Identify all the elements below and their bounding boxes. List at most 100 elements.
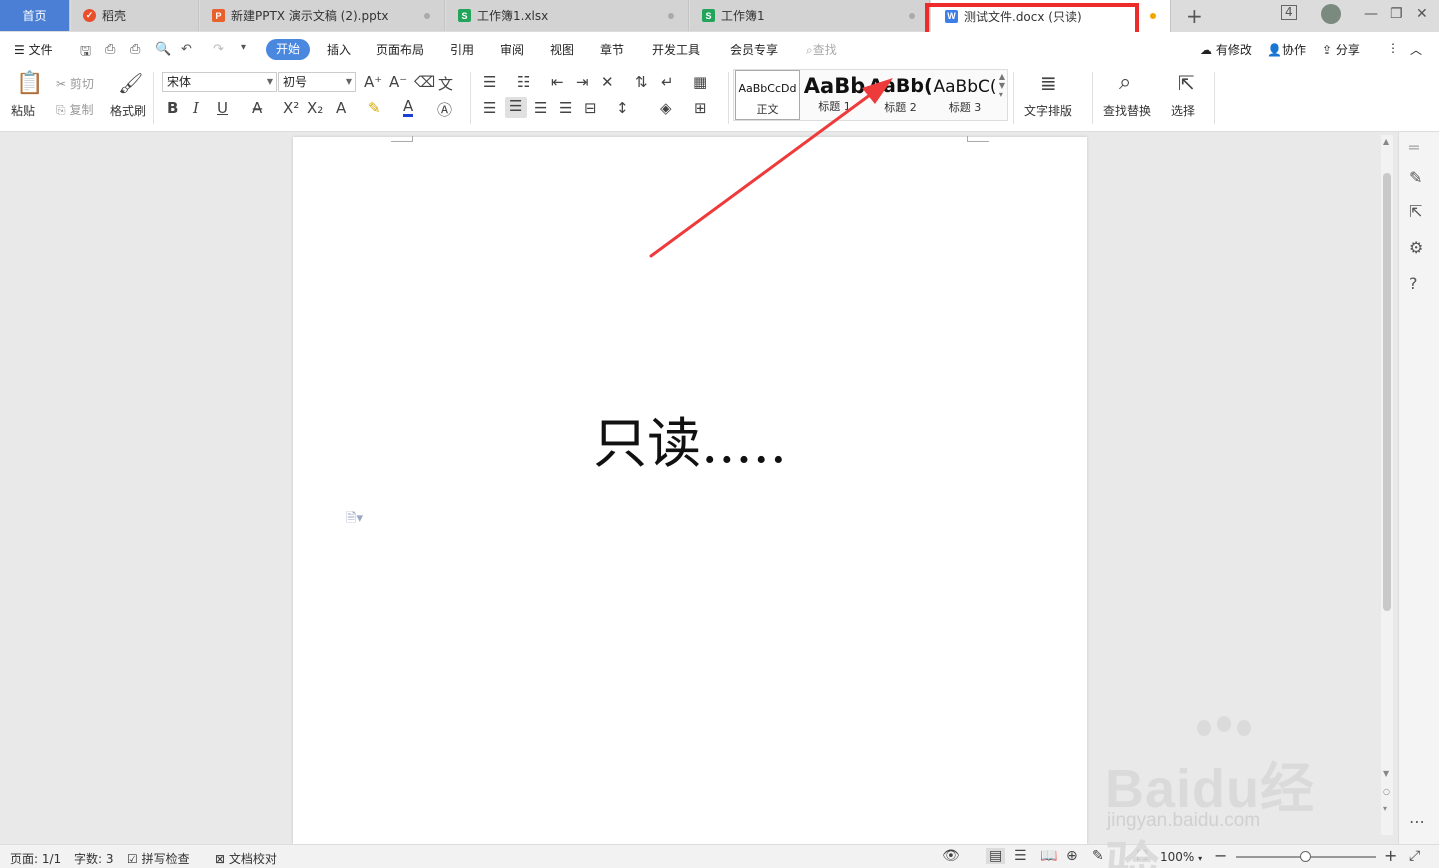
char-border-icon[interactable]: Ⓐ	[437, 99, 452, 120]
zoom-level[interactable]: 100% ▾	[1160, 850, 1202, 864]
menu-tab-review[interactable]: 审阅	[500, 41, 524, 58]
scroll-down-icon[interactable]: ▼	[1383, 769, 1389, 778]
find-replace-icon[interactable]: ⌕	[1119, 70, 1131, 95]
undo-icon[interactable]: ↶	[181, 42, 192, 57]
zoom-slider-knob[interactable]	[1300, 851, 1311, 862]
minimize-icon[interactable]: —	[1364, 6, 1378, 22]
tab-pptx[interactable]: P 新建PPTX 演示文稿 (2).pptx	[200, 0, 445, 31]
web-view-icon[interactable]: ⊕	[1066, 848, 1078, 864]
style-normal[interactable]: AaBbCcDd 正文	[735, 70, 800, 120]
help-icon[interactable]: ?	[1409, 274, 1418, 293]
phonetic-guide-icon[interactable]: 文	[438, 73, 453, 94]
grow-font-icon[interactable]: A⁺	[364, 73, 382, 91]
window-count-icon[interactable]: 4	[1281, 5, 1297, 20]
menu-tab-page-layout[interactable]: 页面布局	[376, 41, 424, 58]
table-tools-icon[interactable]: ▦	[693, 73, 707, 91]
show-marks-icon[interactable]: ↵	[661, 73, 674, 91]
chinese-layout-icon[interactable]: ✕	[601, 73, 614, 91]
file-menu[interactable]: ☰ 文件	[14, 41, 53, 58]
print-icon[interactable]: ⎙	[130, 42, 140, 57]
tab-workbook[interactable]: S 工作簿1	[690, 0, 930, 31]
decrease-indent-icon[interactable]: ⇤	[551, 73, 564, 91]
doc-proof-button[interactable]: ⊠ 文档校对	[215, 850, 277, 867]
font-name-select[interactable]: 宋体 ▼	[162, 72, 277, 92]
collab-button[interactable]: 👤协作	[1267, 41, 1306, 58]
outline-view-icon[interactable]: ☰	[1014, 848, 1027, 864]
menu-tab-references[interactable]: 引用	[450, 41, 474, 58]
close-icon[interactable]: ✕	[1416, 6, 1428, 22]
paragraph-options-icon[interactable]: 🗎▾	[346, 509, 363, 531]
spell-check-button[interactable]: ☑ 拼写检查	[127, 850, 190, 867]
more-icon[interactable]: ⋮	[1387, 41, 1399, 55]
menu-tab-section[interactable]: 章节	[600, 41, 624, 58]
distribute-icon[interactable]: ⊟	[584, 99, 597, 117]
panel-collapse-icon[interactable]: ═	[1409, 138, 1419, 157]
menu-tab-insert[interactable]: 插入	[327, 41, 351, 58]
format-painter-icon[interactable]: 🖌	[118, 71, 143, 95]
underline-icon[interactable]: U	[217, 99, 228, 117]
prev-page-icon[interactable]: ○	[1383, 787, 1390, 796]
menu-tab-home[interactable]: 开始	[266, 39, 310, 60]
style-heading-2[interactable]: AaBb( 标题 2	[868, 70, 933, 120]
align-right-icon[interactable]: ☰	[534, 99, 547, 117]
cursor-icon[interactable]: ⇱	[1409, 202, 1422, 221]
document-body-text[interactable]: 只读.....	[293, 399, 1087, 478]
reading-view-icon[interactable]: 📖	[1040, 848, 1057, 864]
zoom-out-icon[interactable]: −	[1214, 846, 1227, 865]
page-indicator[interactable]: 页面: 1/1	[10, 850, 61, 867]
align-center-icon[interactable]: ☰	[505, 97, 527, 118]
customize-toolbar-icon[interactable]: ▾	[241, 42, 246, 53]
format-painter-button[interactable]: 格式刷	[110, 102, 146, 119]
find-replace-button[interactable]: 查找替换	[1103, 102, 1151, 119]
copy-button[interactable]: ⎘ 复制	[56, 101, 93, 118]
write-view-icon[interactable]: ✎	[1092, 848, 1104, 864]
scroll-thumb[interactable]	[1383, 173, 1391, 611]
clear-format-icon[interactable]: ⌫	[414, 73, 435, 91]
text-effect-icon[interactable]: A	[336, 99, 346, 117]
collapse-ribbon-icon[interactable]: ︿	[1410, 41, 1422, 58]
word-count[interactable]: 字数: 3	[74, 850, 114, 867]
redo-icon[interactable]: ↷	[213, 42, 224, 57]
print-preview-icon[interactable]: 🔍	[155, 42, 171, 57]
shading-icon[interactable]: ◈	[660, 99, 672, 117]
pen-icon[interactable]: ✎	[1409, 168, 1422, 187]
share-button[interactable]: ⇪ 分享	[1322, 41, 1360, 58]
style-heading-1[interactable]: AaBb 标题 1	[802, 70, 867, 120]
font-size-select[interactable]: 初号 ▼	[278, 72, 356, 92]
line-spacing-icon[interactable]: ↕	[616, 99, 629, 117]
page-view-icon[interactable]: ▤	[986, 848, 1006, 864]
italic-icon[interactable]: I	[193, 99, 199, 117]
avatar[interactable]	[1321, 4, 1341, 24]
tab-close-dot[interactable]	[909, 13, 915, 19]
eye-protection-icon[interactable]: 👁	[942, 848, 960, 864]
font-color-icon[interactable]: A	[403, 99, 414, 117]
tab-docx-readonly[interactable]: W 测试文件.docx (只读)	[931, 0, 1171, 32]
increase-indent-icon[interactable]: ⇥	[576, 73, 589, 91]
select-cursor-icon[interactable]: ⇱	[1178, 71, 1195, 95]
borders-icon[interactable]: ⊞	[694, 99, 707, 117]
new-tab-button[interactable]: +	[1186, 4, 1203, 28]
style-heading-3[interactable]: AaBbC( 标题 3	[933, 70, 997, 120]
strikethrough-icon[interactable]: A̶	[252, 99, 262, 117]
gallery-scroll-icon[interactable]: ▲ ▼ ▾	[999, 72, 1005, 99]
tab-xlsx[interactable]: S 工作簿1.xlsx	[446, 0, 689, 31]
zoom-in-icon[interactable]: +	[1384, 846, 1397, 865]
align-left-icon[interactable]: ☰	[483, 99, 496, 117]
sort-icon[interactable]: ⇅	[635, 73, 648, 91]
save-icon[interactable]: 🖫	[80, 42, 91, 64]
settings-sliders-icon[interactable]: ⚙	[1409, 238, 1423, 257]
tab-unsaved-dot[interactable]	[1150, 13, 1156, 19]
bullet-list-icon[interactable]: ☰	[483, 73, 496, 91]
export-icon[interactable]: ⎙	[105, 42, 115, 57]
paste-button[interactable]: 粘贴	[11, 102, 35, 119]
menu-tab-developer[interactable]: 开发工具	[652, 41, 700, 58]
superscript-icon[interactable]: X²	[283, 99, 299, 117]
tab-home[interactable]: 首页	[0, 0, 70, 31]
restore-icon[interactable]: ❐	[1390, 6, 1403, 22]
next-page-icon[interactable]: ▾	[1383, 804, 1387, 813]
menu-tab-view[interactable]: 视图	[550, 41, 574, 58]
cut-button[interactable]: ✂ 剪切	[56, 75, 94, 92]
highlight-icon[interactable]: ✎	[368, 99, 381, 117]
fullscreen-icon[interactable]: ⤢	[1409, 848, 1420, 864]
vertical-scrollbar[interactable]: ▲ ▼ ○ ▾	[1381, 135, 1393, 835]
